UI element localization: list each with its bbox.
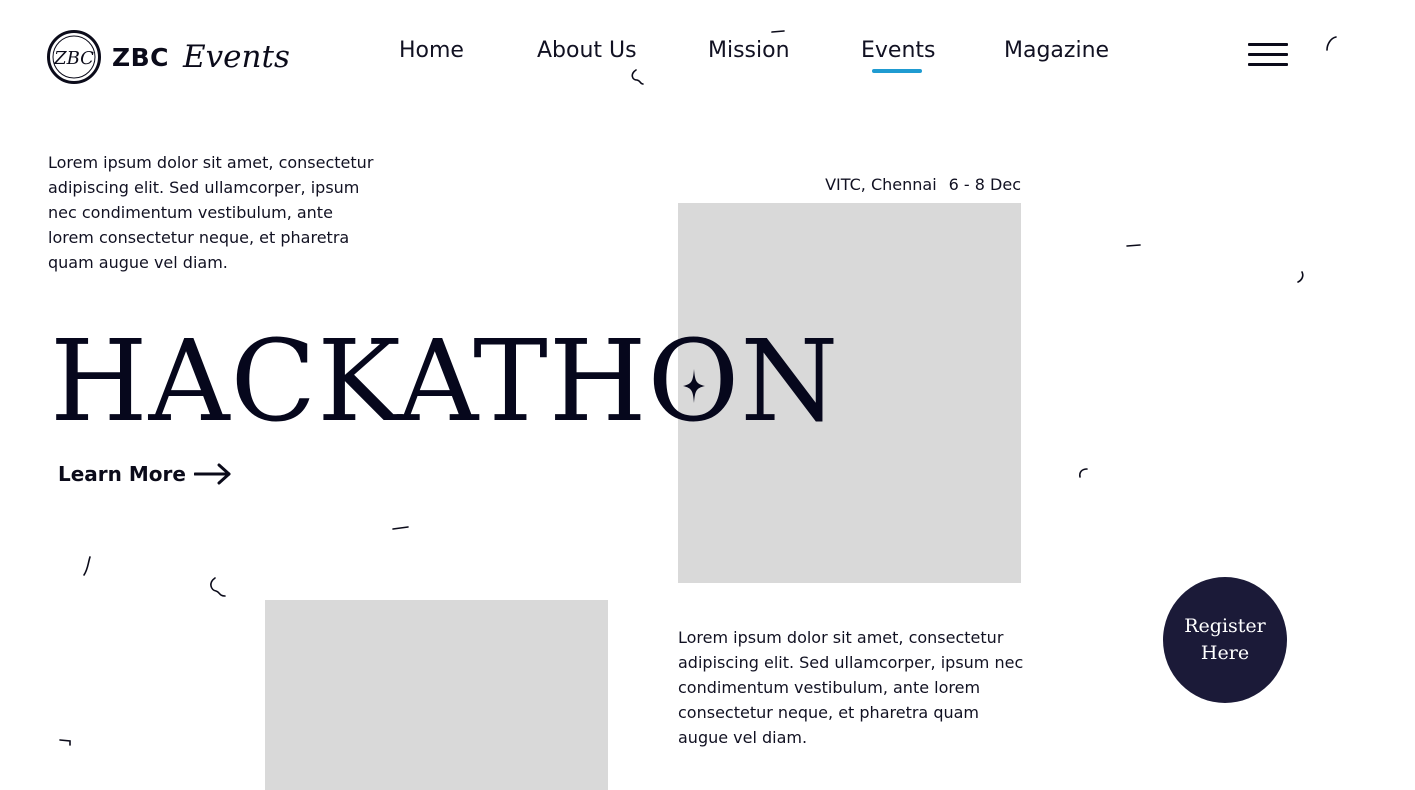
event-location: VITC, Chennai (825, 175, 937, 194)
arrow-right-icon (193, 463, 231, 485)
event-meta: VITC, Chennai 6 - 8 Dec (678, 175, 1021, 194)
doodle-dash (1126, 244, 1141, 247)
intro-paragraph: Lorem ipsum dolor sit amet, consectetur … (48, 153, 374, 272)
event-image-secondary (265, 600, 608, 790)
register-label: Register Here (1184, 615, 1266, 664)
hero-title-o: O (648, 326, 741, 438)
doodle-curl (210, 577, 226, 597)
event-dates: 6 - 8 Dec (948, 175, 1021, 194)
event-description: Lorem ipsum dolor sit amet, consectetur … (678, 628, 1024, 747)
nav-magazine[interactable]: Magazine (1004, 38, 1109, 63)
doodle-dash (392, 526, 409, 530)
nav-active-indicator (872, 69, 922, 73)
doodle-arc (1079, 468, 1088, 478)
nav-about-us[interactable]: About Us (537, 38, 637, 63)
hero-title-part-1: HACKATH (50, 317, 648, 447)
menu-line (1248, 63, 1288, 66)
learn-more-label: Learn More (58, 462, 186, 486)
learn-more-link[interactable]: Learn More (58, 462, 232, 486)
page: ZBC ZBC Events Home About Us Mission Eve… (0, 0, 1415, 790)
register-button[interactable]: Register Here (1163, 577, 1287, 703)
hero-title-part-2: N (740, 317, 840, 447)
doodle-dash (771, 30, 785, 33)
hero-title: HACKATHON (50, 326, 839, 438)
nav-events[interactable]: Events (861, 38, 936, 63)
doodle-arc (1297, 271, 1304, 283)
doodle-hook (59, 739, 71, 746)
menu-line (1248, 43, 1288, 46)
nav-mission[interactable]: Mission (708, 38, 790, 63)
doodle-stroke (83, 556, 91, 576)
four-point-star-icon (682, 369, 705, 404)
menu-line (1248, 53, 1288, 56)
nav-home[interactable]: Home (399, 38, 464, 63)
main-nav: Home About Us Mission Events Magazine (0, 38, 1415, 78)
hamburger-menu-icon[interactable] (1248, 43, 1288, 69)
